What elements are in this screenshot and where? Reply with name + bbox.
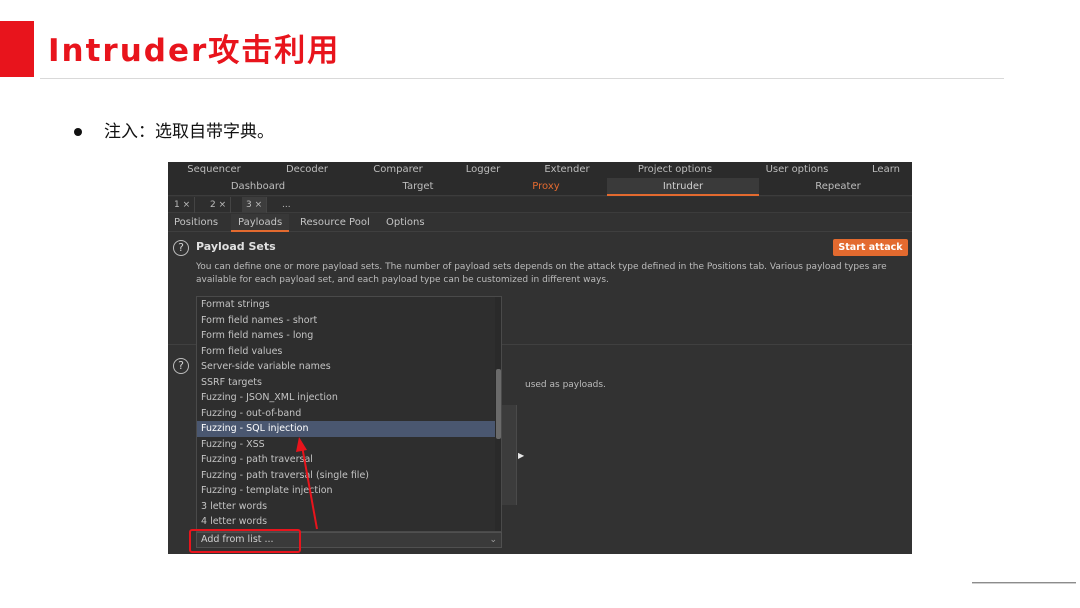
tab-positions[interactable]: Positions bbox=[174, 214, 218, 232]
slide-title: Intruder攻击利用 bbox=[48, 33, 341, 69]
tab-sequencer[interactable]: Sequencer bbox=[176, 162, 252, 178]
bullet-text: 注入：选取自带字典。 bbox=[104, 122, 274, 142]
list-item[interactable]: Form field names - long bbox=[197, 328, 495, 344]
list-item[interactable]: Server-side variable names bbox=[197, 359, 495, 375]
tab-comparer[interactable]: Comparer bbox=[360, 162, 436, 178]
background-list-box bbox=[502, 405, 517, 505]
tab-repeater[interactable]: Repeater bbox=[778, 178, 898, 196]
bullet-dot bbox=[74, 128, 82, 136]
tab-logger[interactable]: Logger bbox=[456, 162, 510, 178]
attack-tabs: 1 × 2 × 3 × ... bbox=[168, 197, 912, 213]
tab-user-options[interactable]: User options bbox=[752, 162, 842, 178]
payload-options-hint: used as payloads. bbox=[525, 380, 606, 390]
footer-rule bbox=[972, 582, 1076, 584]
play-icon: ▶ bbox=[518, 451, 525, 460]
title-divider bbox=[40, 78, 1004, 79]
list-item[interactable]: SSRF targets bbox=[197, 375, 495, 391]
payload-sets-title: Payload Sets bbox=[196, 240, 276, 253]
list-item[interactable]: Form field values bbox=[197, 344, 495, 360]
list-item[interactable]: 3 letter words bbox=[197, 499, 495, 515]
attack-tab-1[interactable]: 1 × bbox=[170, 197, 196, 213]
list-item[interactable]: Fuzzing - JSON_XML injection bbox=[197, 390, 495, 406]
tab-options[interactable]: Options bbox=[386, 214, 425, 232]
list-item[interactable]: Fuzzing - path traversal bbox=[197, 452, 495, 468]
chevron-down-icon[interactable]: ⌄ bbox=[489, 533, 497, 547]
question-circle-icon-2[interactable]: ? bbox=[173, 358, 189, 374]
top-tabs-row2: Dashboard Target Proxy Intruder Repeater bbox=[168, 178, 912, 196]
list-item[interactable]: Fuzzing - template injection bbox=[197, 483, 495, 499]
title-accent-bar bbox=[0, 21, 34, 77]
annotation-highlight-box bbox=[189, 529, 301, 553]
tab-extender[interactable]: Extender bbox=[528, 162, 606, 178]
tab-payloads[interactable]: Payloads bbox=[231, 214, 290, 232]
payload-list-dropdown[interactable]: Format strings Form field names - short … bbox=[196, 296, 502, 532]
start-attack-button[interactable]: Start attack bbox=[833, 239, 908, 256]
payload-sets-description: You can define one or more payload sets.… bbox=[196, 262, 887, 285]
tab-learn[interactable]: Learn bbox=[864, 162, 908, 178]
list-scroll-thumb[interactable] bbox=[496, 369, 501, 439]
tab-project-options[interactable]: Project options bbox=[620, 162, 730, 178]
panel-tabs: Positions Payloads Resource Pool Options bbox=[168, 214, 912, 232]
tab-proxy[interactable]: Proxy bbox=[486, 178, 606, 196]
tab-dashboard[interactable]: Dashboard bbox=[198, 178, 318, 196]
burp-window: Sequencer Decoder Comparer Logger Extend… bbox=[168, 162, 912, 554]
top-tabs-row1: Sequencer Decoder Comparer Logger Extend… bbox=[168, 162, 912, 178]
attack-tab-new[interactable]: ... bbox=[278, 197, 295, 213]
attack-tab-3[interactable]: 3 × bbox=[242, 197, 268, 213]
list-item[interactable]: Fuzzing - out-of-band bbox=[197, 406, 495, 422]
list-item[interactable]: Form field names - short bbox=[197, 313, 495, 329]
list-item[interactable]: 4 letter words bbox=[197, 514, 495, 530]
tab-intruder[interactable]: Intruder bbox=[607, 178, 759, 196]
tab-decoder[interactable]: Decoder bbox=[268, 162, 346, 178]
tab-resource-pool[interactable]: Resource Pool bbox=[300, 214, 370, 232]
attack-tab-2[interactable]: 2 × bbox=[206, 197, 232, 213]
question-circle-icon[interactable]: ? bbox=[173, 240, 189, 256]
list-item[interactable]: Format strings bbox=[197, 297, 495, 313]
tab-target[interactable]: Target bbox=[358, 178, 478, 196]
list-item[interactable]: Fuzzing - path traversal (single file) bbox=[197, 468, 495, 484]
list-item-selected[interactable]: Fuzzing - SQL injection bbox=[197, 421, 495, 437]
list-item[interactable]: Fuzzing - XSS bbox=[197, 437, 495, 453]
